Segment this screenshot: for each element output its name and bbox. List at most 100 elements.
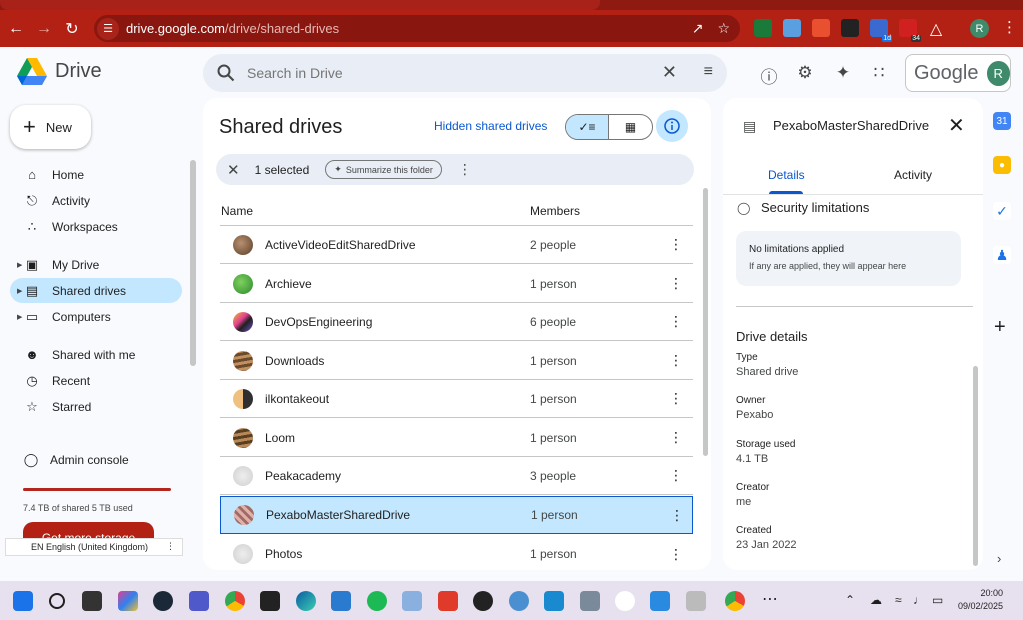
browser-profile-avatar[interactable]: R	[970, 19, 989, 38]
app-icon-6[interactable]	[686, 591, 706, 611]
wifi-icon[interactable]: ≈	[895, 593, 902, 607]
calendar-icon[interactable]: 31	[993, 112, 1011, 130]
windows-start-icon[interactable]	[13, 591, 33, 611]
tab-activity[interactable]: Activity	[894, 168, 932, 182]
list-view-button[interactable]: ✓≡	[566, 115, 610, 139]
file-list-scrollbar[interactable]	[703, 188, 708, 456]
site-settings-icon[interactable]: ☰	[97, 17, 119, 40]
url-text[interactable]: drive.google.com/drive/shared-drives	[126, 21, 339, 36]
settings-gear-icon[interactable]: ⚙	[795, 63, 815, 83]
tab-details[interactable]: Details	[768, 168, 805, 182]
drive-search-bar[interactable]: ✕ ≡	[203, 54, 727, 92]
steam-icon[interactable]	[153, 591, 173, 611]
terminal-icon[interactable]	[260, 591, 280, 611]
google-account-button[interactable]: Google R	[905, 54, 1011, 92]
expand-arrow-icon[interactable]: ▶	[17, 313, 22, 321]
bookmark-star-icon[interactable]: ☆	[717, 20, 730, 37]
system-clock[interactable]: 20:00 09/02/2025	[958, 587, 1003, 613]
sidebar-item-admin-console[interactable]: ◯ Admin console	[10, 447, 182, 472]
reload-icon[interactable]: ↻	[58, 19, 86, 39]
expand-side-panel-icon[interactable]: ›	[997, 551, 1001, 566]
close-details-icon[interactable]: ✕	[948, 113, 965, 138]
search-input[interactable]	[247, 65, 627, 81]
taskbar-search-icon[interactable]	[49, 593, 65, 609]
extensions-puzzle-icon[interactable]: △	[922, 19, 950, 39]
table-row[interactable]: Peakacademy 3 people ⋮	[220, 457, 693, 495]
table-row-selected[interactable]: PexaboMasterSharedDrive 1 person ⋮	[220, 496, 693, 534]
summarize-folder-chip[interactable]: ✦ Summarize this folder	[325, 160, 442, 179]
column-header-members[interactable]: Members	[530, 204, 580, 218]
extension-icon-1[interactable]	[754, 19, 772, 37]
open-in-new-icon[interactable]: ↗	[692, 20, 704, 37]
sidebar-item-my-drive[interactable]: ▶ ▣ My Drive	[10, 252, 182, 277]
table-row[interactable]: Downloads 1 person ⋮	[220, 342, 693, 380]
grid-view-button[interactable]: ▦	[609, 115, 652, 139]
address-bar[interactable]: ☰ drive.google.com/drive/shared-drives ↗…	[94, 15, 740, 42]
maps-icon[interactable]	[615, 591, 635, 611]
row-more-icon[interactable]: ⋮	[669, 236, 683, 253]
details-scrollbar[interactable]	[973, 366, 978, 566]
photos-icon[interactable]	[331, 591, 351, 611]
extension-icon-6[interactable]: 34	[899, 19, 921, 42]
row-more-icon[interactable]: ⋮	[669, 390, 683, 407]
obs-icon[interactable]	[473, 591, 493, 611]
extension-icon-3[interactable]	[812, 19, 830, 37]
view-toggle[interactable]: ✓≡ ▦	[565, 114, 653, 140]
search-icon[interactable]	[217, 64, 235, 82]
add-addon-icon[interactable]: +	[994, 316, 1006, 339]
row-more-icon[interactable]: ⋮	[669, 546, 683, 563]
sidebar-item-computers[interactable]: ▶ ▭ Computers	[10, 304, 182, 329]
more-apps-icon[interactable]: ⋯	[762, 589, 778, 609]
app-icon-4[interactable]	[544, 591, 564, 611]
sidebar-item-workspaces[interactable]: ∴ Workspaces	[10, 214, 182, 239]
row-more-icon[interactable]: ⋮	[669, 429, 683, 446]
hidden-shared-drives-link[interactable]: Hidden shared drives	[434, 119, 547, 133]
sidebar-item-shared-drives[interactable]: ▶ ▤ Shared drives	[10, 278, 182, 303]
row-more-icon[interactable]: ⋮	[669, 352, 683, 369]
sidebar-scrollbar[interactable]	[190, 160, 196, 366]
copilot-icon[interactable]	[118, 591, 138, 611]
table-row[interactable]: DevOpsEngineering 6 people ⋮	[220, 303, 693, 341]
vscode-icon[interactable]	[650, 591, 670, 611]
app-icon-1[interactable]	[402, 591, 422, 611]
table-row[interactable]: Photos 1 person ⋮	[220, 535, 693, 573]
sidebar-item-starred[interactable]: ☆ Starred	[10, 394, 182, 419]
sidebar-item-recent[interactable]: ◷ Recent	[10, 368, 182, 393]
drive-logo[interactable]: Drive	[17, 58, 102, 85]
chrome-active-icon[interactable]	[725, 591, 745, 611]
app-icon-5[interactable]	[580, 591, 600, 611]
row-more-icon[interactable]: ⋮	[669, 467, 683, 484]
forward-icon[interactable]: →	[30, 20, 58, 38]
app-icon-2[interactable]	[438, 591, 458, 611]
table-row[interactable]: ActiveVideoEditSharedDrive 2 people ⋮	[220, 226, 693, 264]
help-icon[interactable]: ⓘ	[759, 63, 779, 87]
table-row[interactable]: ilkontakeout 1 person ⋮	[220, 380, 693, 418]
column-header-name[interactable]: Name	[221, 204, 253, 218]
details-info-button[interactable]	[656, 110, 688, 142]
clear-selection-icon[interactable]: ✕	[227, 161, 240, 179]
volume-icon[interactable]: ♩	[913, 593, 925, 607]
new-button[interactable]: + New	[10, 105, 91, 149]
extension-icon-5[interactable]: 1d	[870, 19, 892, 42]
gemini-sparkle-icon[interactable]: ✦	[833, 63, 853, 83]
spotify-icon[interactable]	[367, 591, 387, 611]
extension-icon-4[interactable]	[841, 19, 859, 37]
table-row[interactable]: Archieve 1 person ⋮	[220, 265, 693, 303]
keep-icon[interactable]: ●	[993, 156, 1011, 174]
battery-icon[interactable]: ▭	[932, 593, 943, 607]
edge-icon[interactable]	[296, 591, 316, 611]
row-more-icon[interactable]: ⋮	[670, 507, 684, 524]
row-more-icon[interactable]: ⋮	[669, 275, 683, 292]
apps-grid-icon[interactable]: ∷	[869, 63, 889, 83]
teams-icon[interactable]	[189, 591, 209, 611]
expand-arrow-icon[interactable]: ▶	[17, 261, 22, 269]
sidebar-item-shared-with-me[interactable]: ☻ Shared with me	[10, 342, 182, 367]
browser-menu-icon[interactable]: ⋮	[1002, 18, 1017, 36]
table-row[interactable]: Loom 1 person ⋮	[220, 419, 693, 457]
back-icon[interactable]: ←	[2, 20, 30, 38]
expand-arrow-icon[interactable]: ▶	[17, 287, 22, 295]
tasks-icon[interactable]: ✓	[993, 202, 1011, 220]
search-options-icon[interactable]: ≡	[704, 63, 713, 81]
app-icon-3[interactable]	[509, 591, 529, 611]
sidebar-item-activity[interactable]: ⎋ Activity	[10, 188, 182, 213]
